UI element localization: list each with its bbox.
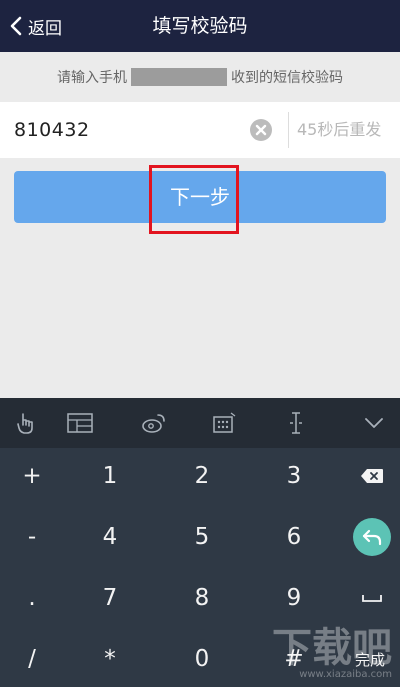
key-star[interactable]: * — [64, 634, 156, 684]
code-input[interactable]: 810432 — [14, 102, 90, 158]
space-icon — [362, 595, 382, 602]
page-title: 填写校验码 — [152, 15, 248, 37]
gesture-tool[interactable] — [6, 398, 46, 448]
resend-countdown: 45秒后重发 — [297, 120, 382, 139]
layout-tool[interactable] — [60, 398, 100, 448]
nav-bar: 返回 填写校验码 — [0, 0, 400, 52]
cursor-tool[interactable] — [276, 398, 316, 448]
highlight-box — [149, 165, 239, 234]
watermark-text: 下载吧 — [272, 625, 392, 671]
numpad-tool[interactable] — [204, 398, 244, 448]
hide-keyboard-button[interactable] — [354, 398, 394, 448]
hint-prefix: 请输入手机 — [57, 70, 127, 86]
input-divider — [288, 112, 289, 148]
numeric-keyboard: + 1 2 3 - 4 5 6 . 7 8 9 / * 0 # 完成 下载吧 w… — [0, 448, 400, 687]
undo-button[interactable] — [353, 518, 391, 556]
clear-icon — [255, 124, 267, 136]
key-8[interactable]: 8 — [156, 573, 248, 623]
space-key[interactable] — [326, 573, 400, 623]
backspace-key[interactable] — [326, 451, 400, 501]
watermark: 下载吧 www.xiazaiba.com — [272, 627, 392, 681]
key-7[interactable]: 7 — [64, 573, 156, 623]
key-4[interactable]: 4 — [64, 512, 156, 562]
key-1[interactable]: 1 — [64, 451, 156, 501]
hint-suffix: 收到的短信校验码 — [231, 70, 343, 86]
backspace-icon — [361, 469, 383, 483]
masked-phone-number — [131, 68, 227, 86]
undo-icon — [362, 529, 382, 546]
layout-grid-icon — [67, 413, 93, 433]
weibo-tool[interactable] — [134, 398, 174, 448]
sms-hint: 请输入手机 收到的短信校验码 — [0, 52, 400, 102]
key-2[interactable]: 2 — [156, 451, 248, 501]
keyboard-toolbar — [0, 398, 400, 448]
chevron-down-icon — [365, 418, 383, 428]
hand-pointer-icon — [17, 413, 33, 434]
undo-key[interactable] — [326, 512, 400, 562]
clear-input-button[interactable] — [250, 119, 272, 141]
numpad-icon — [213, 412, 236, 433]
text-cursor-icon — [290, 412, 302, 434]
weibo-icon — [142, 414, 165, 433]
key-0[interactable]: 0 — [156, 634, 248, 684]
code-input-row: 810432 45秒后重发 — [0, 102, 400, 158]
key-5[interactable]: 5 — [156, 512, 248, 562]
